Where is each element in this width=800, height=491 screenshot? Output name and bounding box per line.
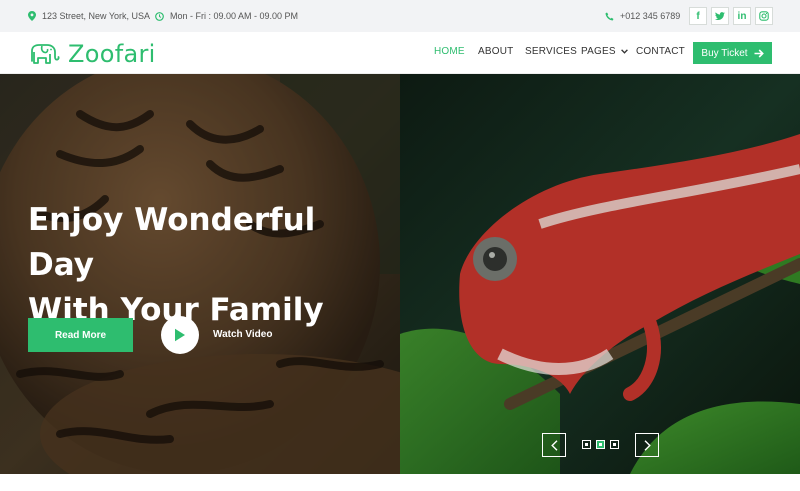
twitter-icon	[715, 11, 725, 20]
nav-contact[interactable]: CONTACT	[636, 46, 685, 57]
hero-title-line-1: Enjoy Wonderful Day	[28, 202, 316, 283]
map-marker-icon	[28, 11, 36, 21]
carousel-dot-3[interactable]	[610, 440, 619, 449]
chevron-down-icon	[620, 49, 628, 54]
carousel-prev-button[interactable]	[542, 433, 566, 457]
watch-video-label[interactable]: Watch Video	[213, 329, 272, 340]
hero-carousel: Enjoy Wonderful Day With Your Family Rea…	[0, 74, 800, 474]
phone-text: +012 345 6789	[620, 11, 681, 21]
arrow-right-icon	[754, 48, 764, 58]
linkedin-link[interactable]: in	[733, 7, 751, 25]
top-info-bar: 123 Street, New York, USA Mon - Fri : 09…	[0, 0, 800, 32]
address-text: 123 Street, New York, USA	[42, 11, 151, 21]
phone-icon	[605, 12, 614, 20]
chevron-right-icon	[644, 439, 651, 451]
hours-info: Mon - Fri : 09.00 AM - 09.00 PM	[155, 0, 298, 32]
buy-ticket-label: Buy Ticket	[701, 47, 748, 59]
clock-icon	[155, 11, 164, 21]
facebook-link[interactable]: f	[689, 7, 707, 25]
read-more-button[interactable]: Read More	[28, 318, 133, 352]
nav-about[interactable]: ABOUT	[478, 46, 513, 57]
instagram-icon	[759, 11, 769, 21]
hero-title: Enjoy Wonderful Day With Your Family	[28, 198, 388, 333]
elephant-logo-icon	[31, 44, 60, 64]
twitter-link[interactable]	[711, 7, 729, 25]
nav-services[interactable]: SERVICES	[525, 46, 577, 57]
brand-logo[interactable]	[28, 43, 60, 70]
address-info: 123 Street, New York, USA	[28, 0, 150, 32]
nav-pages-dropdown[interactable]: PAGES	[581, 46, 628, 57]
phone-info: +012 345 6789	[605, 0, 680, 32]
nav-pages-label: PAGES	[581, 46, 616, 57]
chevron-left-icon	[550, 439, 557, 451]
hours-text: Mon - Fri : 09.00 AM - 09.00 PM	[170, 11, 299, 21]
carousel-dot-2[interactable]	[596, 440, 605, 449]
chameleon-image	[400, 74, 800, 474]
instagram-link[interactable]	[755, 7, 773, 25]
linkedin-icon: in	[737, 10, 747, 22]
carousel-next-button[interactable]	[635, 433, 659, 457]
brand-name[interactable]: Zoofari	[68, 40, 156, 68]
page-bottom-strip	[0, 474, 800, 491]
facebook-icon: f	[696, 10, 700, 22]
play-video-button[interactable]	[161, 316, 199, 354]
play-icon	[175, 328, 185, 342]
main-navbar: Zoofari HOME ABOUT SERVICES PAGES CONTAC…	[0, 32, 800, 74]
buy-ticket-button[interactable]: Buy Ticket	[693, 42, 772, 64]
carousel-dot-1[interactable]	[582, 440, 591, 449]
nav-home[interactable]: HOME	[434, 46, 465, 57]
